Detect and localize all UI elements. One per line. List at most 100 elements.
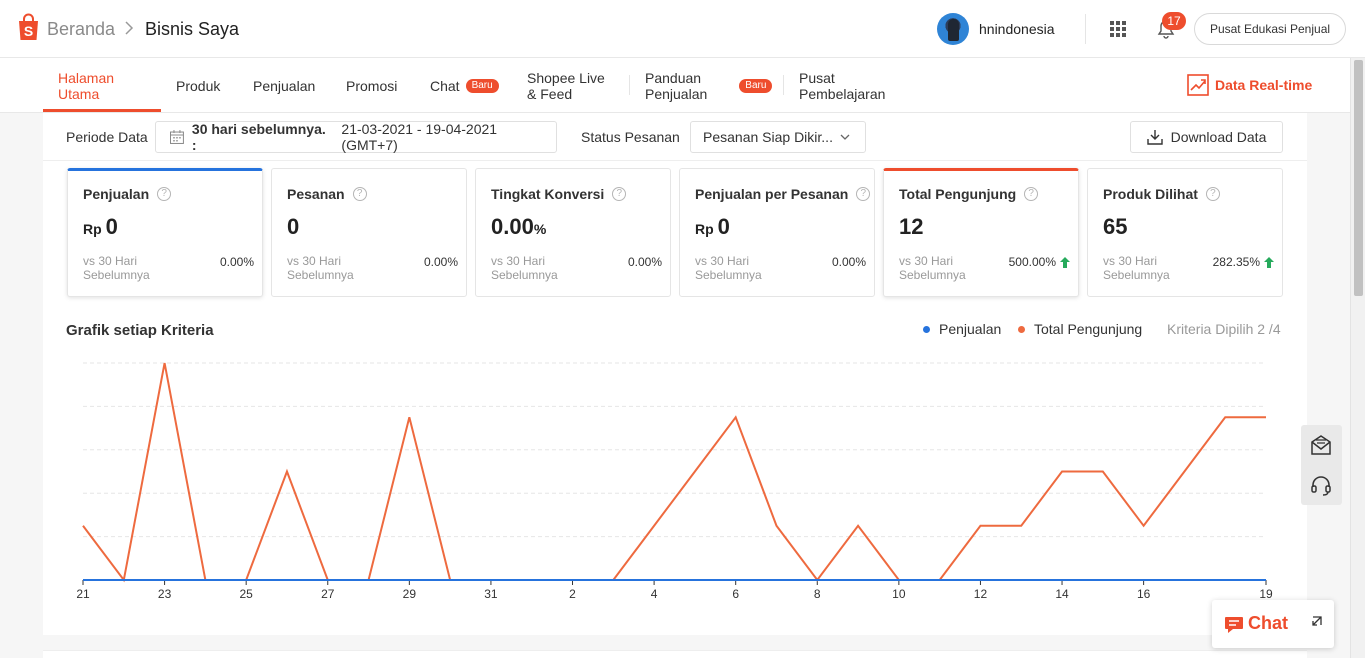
apps-grid-icon[interactable]	[1110, 21, 1126, 37]
metric-card[interactable]: Penjualan? Rp 0 vs 30 Hari Sebelumnya 0.00%	[67, 168, 263, 297]
period-range: 21-03-2021 - 19-04-2021 (GMT+7)	[341, 121, 498, 153]
help-icon[interactable]: ?	[352, 187, 367, 201]
page-scrollbar[interactable]	[1350, 58, 1365, 658]
notification-badge[interactable]: 17	[1162, 12, 1186, 30]
metric-change-value: 282.35%	[1212, 255, 1260, 269]
x-tick-label: 2	[569, 587, 576, 601]
metric-number: 0	[717, 214, 730, 239]
help-icon[interactable]: ?	[1024, 187, 1039, 201]
tab-chat[interactable]: Chat Baru	[430, 58, 499, 113]
legend-label: Penjualan	[939, 321, 1002, 337]
shopee-logo-icon[interactable]: S	[16, 13, 41, 41]
x-tick-label: 4	[651, 587, 658, 601]
divider	[1085, 14, 1086, 44]
download-data-button[interactable]: Download Data	[1130, 121, 1283, 153]
expand-icon[interactable]	[1308, 616, 1322, 630]
filter-bar: Periode Data 30 hari sebelumnya. : 21-03…	[43, 113, 1307, 161]
metric-title-text: Penjualan per Pesanan	[695, 186, 849, 202]
tab-label: Penjualan	[645, 85, 708, 102]
tab-produk[interactable]: Produk	[176, 58, 220, 113]
svg-text:S: S	[24, 23, 33, 39]
help-icon[interactable]: ?	[157, 187, 172, 201]
scrollbar-thumb[interactable]	[1354, 60, 1363, 296]
tab-label: Promosi	[346, 77, 398, 94]
tab-shopee-live-feed[interactable]: Shopee Live & Feed	[527, 58, 605, 113]
metric-card[interactable]: Penjualan per Pesanan? Rp 0 vs 30 Hari Sebe…	[679, 168, 875, 297]
help-icon[interactable]: ?	[1205, 187, 1220, 201]
next-section-card	[43, 650, 1307, 658]
series-line-visitors[interactable]	[82, 362, 1266, 583]
tab-halaman-utama[interactable]: Halaman Utama	[58, 58, 114, 113]
x-tick-label: 10	[892, 587, 906, 601]
metric-card[interactable]: Produk Dilihat? 65 vs 30 Hari Sebelumnya 28…	[1087, 168, 1283, 297]
x-tick-label: 16	[1137, 587, 1151, 601]
x-tick-label: 19	[1259, 587, 1273, 601]
legend-item-visitors[interactable]: Total Pengunjung	[1018, 321, 1142, 337]
legend-label: Total Pengunjung	[1034, 321, 1143, 337]
legend-item-sales[interactable]: Penjualan	[923, 321, 1001, 337]
metric-card[interactable]: Pesanan? 0 vs 30 Hari Sebelumnya 0.00%	[271, 168, 467, 297]
tab-panduan-penjualan[interactable]: Panduan Penjualan Baru	[645, 58, 773, 113]
tab-penjualan[interactable]: Penjualan	[253, 58, 315, 113]
metric-change: 0.00%	[424, 255, 458, 269]
headset-support-icon[interactable]	[1310, 474, 1332, 496]
metric-change-value: 0.00%	[627, 255, 662, 269]
metric-number: 65	[1103, 214, 1128, 239]
metric-title-text: Total Pengunjung	[899, 186, 1017, 202]
realtime-label: Data Real-time	[1215, 77, 1313, 93]
metric-compare: vs 30 Hari Sebelumnya	[1103, 254, 1170, 282]
tab-label: Pusat	[799, 69, 835, 86]
trending-chart-icon	[1187, 74, 1209, 96]
criteria-selected[interactable]: Kriteria Dipilih 2 /4	[1167, 321, 1281, 337]
x-tick-label: 12	[974, 587, 988, 601]
avatar[interactable]	[937, 13, 969, 45]
tab-label: Pembelajaran	[799, 85, 886, 102]
divider	[629, 75, 630, 95]
metric-compare: vs 30 Hari Sebelumnya	[899, 254, 966, 282]
period-preset: 30 hari sebelumnya. :	[191, 121, 326, 153]
metric-change: 500.00%	[1009, 255, 1070, 269]
metric-card[interactable]: Total Pengunjung? 12 vs 30 Hari Sebelumnya…	[883, 168, 1079, 297]
metric-change-value: 0.00%	[831, 255, 866, 269]
metric-value: 12	[899, 214, 923, 240]
metric-card[interactable]: Tingkat Konversi? 0.00% vs 30 Hari Sebelum…	[475, 168, 671, 297]
x-tick-label: 14	[1055, 587, 1069, 601]
main-nav: Halaman Utama Produk Penjualan Promosi Ch…	[0, 58, 1350, 113]
metric-unit: Rp	[695, 221, 714, 237]
username[interactable]: hnindonesia	[979, 21, 1055, 37]
x-tick-label: 29	[403, 587, 417, 601]
metric-change-value: 0.00%	[423, 255, 458, 269]
metric-unit: Rp	[83, 221, 102, 237]
chart-title: Grafik setiap Kriteria	[66, 322, 214, 339]
order-status-select[interactable]: Pesanan Siap Dikir...	[690, 121, 866, 153]
metric-title: Tingkat Konversi?	[491, 186, 627, 202]
page-title: Bisnis Saya	[145, 19, 240, 39]
legend-dot-visitors	[1018, 325, 1025, 333]
chevron-down-icon	[840, 134, 850, 140]
tab-label: Panduan	[645, 69, 702, 86]
help-icon[interactable]: ?	[856, 187, 871, 201]
metric-title: Pesanan?	[287, 186, 367, 202]
message-inbox-icon[interactable]	[1310, 434, 1332, 456]
breadcrumb-home[interactable]: Beranda	[47, 19, 115, 40]
tab-pusat-pembelajaran[interactable]: Pusat Pembelajaran	[799, 58, 885, 113]
x-tick-label: 31	[484, 587, 498, 601]
active-tab-indicator	[43, 109, 161, 112]
metric-change-value: 500.00%	[1008, 255, 1056, 269]
chat-label: Chat	[1248, 613, 1288, 633]
tab-label: Chat	[430, 77, 460, 94]
period-picker[interactable]: 30 hari sebelumnya. : 21-03-2021 - 19-04…	[155, 121, 557, 153]
realtime-data-link[interactable]: Data Real-time	[1187, 74, 1312, 96]
metric-change-value: 0.00%	[219, 255, 254, 269]
metric-title: Penjualan per Pesanan?	[695, 186, 871, 202]
dashboard-card: Periode Data 30 hari sebelumnya. : 21-03…	[43, 113, 1307, 635]
new-badge: Baru	[739, 78, 773, 93]
metric-compare: vs 30 Hari Sebelumnya	[491, 254, 558, 282]
help-icon[interactable]: ?	[612, 187, 627, 201]
download-label: Download Data	[1170, 129, 1267, 145]
chat-widget[interactable]: Chat	[1212, 600, 1334, 648]
tab-promosi[interactable]: Promosi	[346, 58, 397, 113]
line-chart: 21 23 25 27 29 31 2 4 6 8 10 12 14 16 19	[76, 362, 1273, 601]
metric-value: 0	[287, 214, 299, 240]
seller-education-button[interactable]: Pusat Edukasi Penjual	[1194, 13, 1346, 45]
